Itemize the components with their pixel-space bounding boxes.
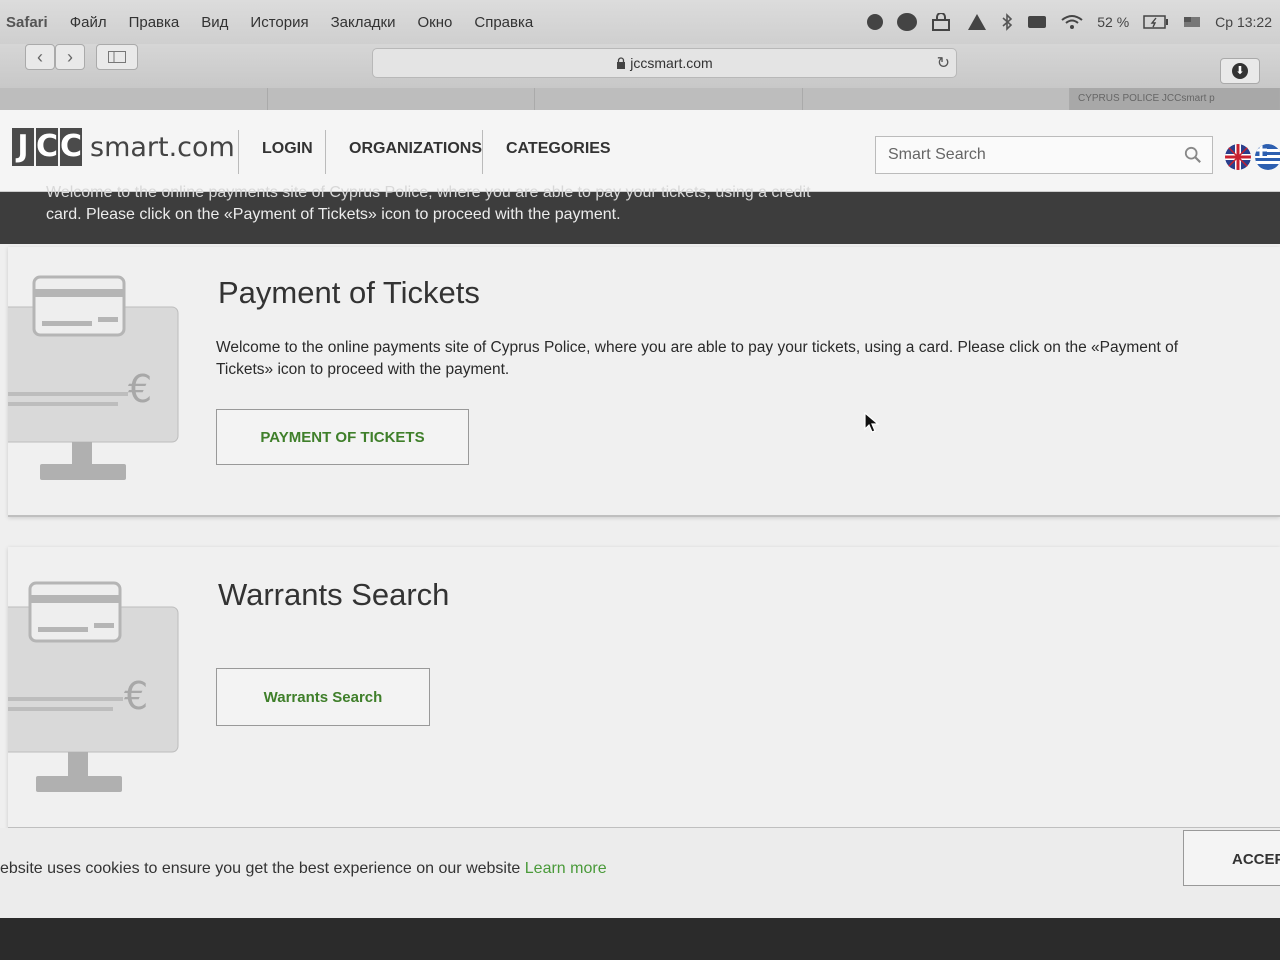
address-bar[interactable]: jccsmart.com ↻ (372, 48, 957, 78)
menu-edit[interactable]: Правка (129, 14, 180, 31)
creative-cloud-icon[interactable] (897, 13, 918, 31)
nav-divider (238, 130, 239, 174)
card-monitor-icon: € (8, 275, 179, 480)
drive-icon[interactable] (967, 13, 987, 31)
card-monitor-icon: € (8, 581, 179, 792)
url-text: jccsmart.com (630, 55, 713, 71)
payment-of-tickets-button[interactable]: PAYMENT OF TICKETS (216, 409, 469, 465)
site-header: J C C smart.com LOGIN ORGANIZATIONS CATE… (0, 110, 1280, 192)
tab-strip: CYPRUS POLICE JCCsmart p (0, 88, 1280, 110)
nav-login[interactable]: LOGIN (262, 140, 313, 158)
menu-app-safari[interactable]: Safari (6, 14, 48, 31)
menu-help[interactable]: Справка (474, 14, 533, 31)
search-icon[interactable] (1184, 146, 1202, 164)
page-bottom-bar (0, 918, 1280, 960)
hero-banner: Welcome to the online payments site of C… (0, 184, 1280, 244)
menu-clock[interactable]: Ср 13:22 (1215, 14, 1272, 30)
battery-percent: 52 % (1097, 14, 1130, 30)
cookie-message: ebsite uses cookies to ensure you get th… (0, 860, 521, 877)
keyboard-flag-icon[interactable] (1183, 15, 1201, 29)
tab-3[interactable] (535, 88, 803, 110)
warrants-card-title: Warrants Search (218, 577, 450, 612)
nav-divider (325, 130, 326, 174)
euro-symbol: € (124, 674, 148, 718)
tab-active[interactable]: CYPRUS POLICE JCCsmart p (1070, 88, 1280, 110)
payment-card-title: Payment of Tickets (218, 275, 480, 310)
search-placeholder: Smart Search (888, 146, 986, 163)
download-icon: ⬇ (1232, 63, 1248, 79)
greek-flag-icon[interactable] (1255, 144, 1280, 170)
screen: Safari Файл Правка Вид История Закладки … (0, 0, 1280, 960)
nav-categories[interactable]: CATEGORIES (506, 140, 611, 158)
reload-icon[interactable]: ↻ (937, 53, 950, 73)
warrants-search-button[interactable]: Warrants Search (216, 668, 430, 726)
logo-letter-c2: C (60, 128, 83, 166)
forward-button[interactable]: › (55, 44, 85, 70)
hero-text-line1: Welcome to the online payments site of C… (46, 184, 811, 201)
menu-bar: Safari Файл Правка Вид История Закладки … (0, 0, 1280, 44)
menu-file[interactable]: Файл (70, 14, 107, 31)
battery-icon[interactable] (1143, 15, 1169, 29)
logo-letter-j: J (12, 128, 34, 166)
menu-window[interactable]: Окно (418, 14, 453, 31)
menu-bookmarks[interactable]: Закладки (331, 14, 396, 31)
display-icon[interactable] (1027, 14, 1047, 30)
menu-history[interactable]: История (250, 14, 308, 31)
chevron-left-icon: ‹ (37, 46, 43, 67)
bluetooth-icon[interactable] (1001, 13, 1013, 31)
euro-symbol: € (128, 367, 152, 411)
smart-search-input[interactable]: Smart Search (875, 136, 1213, 174)
learn-more-link[interactable]: Learn more (525, 860, 607, 877)
menu-view[interactable]: Вид (201, 14, 228, 31)
payment-card-description: Welcome to the online payments site of C… (216, 339, 1179, 378)
tab-4[interactable] (803, 88, 1070, 110)
accept-cookies-button[interactable]: ACCEP (1183, 830, 1280, 886)
downloads-button[interactable]: ⬇ (1220, 58, 1260, 84)
mouse-cursor-icon (864, 412, 880, 433)
nav-organizations[interactable]: ORGANIZATIONS (349, 140, 482, 158)
back-button[interactable]: ‹ (25, 44, 55, 70)
sidebar-toggle-button[interactable] (96, 44, 138, 70)
jcc-logo[interactable]: J C C smart.com (12, 128, 235, 166)
tab-1[interactable] (0, 88, 268, 110)
cookie-text: ebsite uses cookies to ensure you get th… (0, 860, 607, 878)
nav-divider (482, 130, 483, 174)
browser-toolbar: ‹ › jccsmart.com ↻ ⬇ (0, 44, 1280, 88)
lock-icon (617, 57, 626, 69)
chevron-right-icon: › (67, 46, 73, 67)
uk-flag-icon[interactable] (1225, 144, 1251, 170)
status-area: 52 % Ср 13:22 (867, 0, 1272, 44)
payment-card: € Payment of Tickets Welcome to the onli… (8, 247, 1280, 517)
hero-text-line2: card. Please click on the «Payment of Ti… (46, 206, 621, 223)
logo-suffix: smart.com (90, 131, 235, 163)
sidebar-icon (108, 51, 126, 63)
wifi-icon[interactable] (1061, 14, 1083, 30)
lock-screen-icon[interactable] (931, 13, 953, 31)
warrants-card: € Warrants Search Warrants Search (8, 547, 1280, 829)
logo-letter-c1: C (36, 128, 59, 166)
cookie-banner: ebsite uses cookies to ensure you get th… (0, 828, 1280, 960)
tab-2[interactable] (268, 88, 535, 110)
status-app-icon[interactable] (867, 14, 884, 30)
